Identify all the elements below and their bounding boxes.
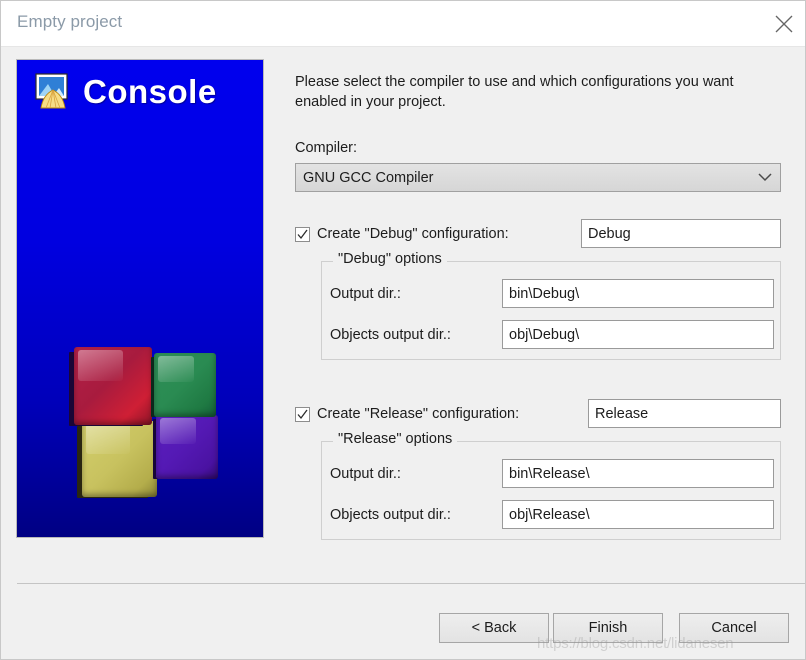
debug-objects-dir-row: Objects output dir.: [322,320,780,349]
release-configuration-name-input[interactable] [588,399,781,428]
release-output-dir-label: Output dir.: [330,465,401,482]
cube-purple [156,415,218,479]
chevron-down-icon [750,164,780,191]
debug-objects-dir-input[interactable] [502,320,774,349]
debug-output-dir-row: Output dir.: [322,279,780,308]
cube-yellow [82,421,157,497]
create-debug-configuration-checkbox[interactable] [295,226,310,242]
cube-red [74,347,152,425]
release-objects-dir-row: Objects output dir.: [322,500,780,529]
back-button[interactable]: < Back [439,613,549,643]
release-output-dir-input[interactable] [502,459,774,488]
close-icon [773,13,795,35]
compiler-select[interactable]: GNU GCC Compiler [295,163,781,192]
debug-configuration-name-input[interactable] [581,219,781,248]
cubes-graphic [72,347,218,497]
footer-bar: < Back Finish Cancel [1,603,805,659]
wizard-banner: Console [16,59,264,538]
intro-text: Please select the compiler to use and wh… [295,74,734,110]
release-config-row: Create "Release" configuration: [295,399,781,429]
create-release-configuration-checkbox[interactable] [295,406,310,422]
release-objects-dir-label: Objects output dir.: [330,506,451,523]
release-options-group: "Release" options Output dir.: Objects o… [321,431,781,540]
debug-objects-dir-label: Objects output dir.: [330,326,451,343]
wizard-content-pane: Please select the compiler to use and wh… [295,47,791,659]
dialog-body: Console Please select the compiler to us… [1,47,805,659]
debug-options-group: "Debug" options Output dir.: Objects out… [321,251,781,360]
cancel-button[interactable]: Cancel [679,613,789,643]
close-button[interactable] [761,1,805,46]
debug-options-legend: "Debug" options [333,251,447,267]
compiler-label: Compiler: [295,140,358,156]
create-release-configuration-label: Create "Release" configuration: [317,406,520,422]
finish-button[interactable]: Finish [553,613,663,643]
compiler-select-value: GNU GCC Compiler [303,169,434,186]
release-options-legend: "Release" options [333,431,458,447]
cube-green [154,353,216,417]
title-bar: Empty project [1,1,805,47]
empty-project-wizard-dialog: Empty project Console Please select the … [0,0,806,660]
footer-separator [17,583,805,584]
debug-config-row: Create "Debug" configuration: [295,219,781,249]
debug-output-dir-input[interactable] [502,279,774,308]
console-project-icon [33,72,73,110]
create-debug-configuration-label: Create "Debug" configuration: [317,226,509,242]
debug-output-dir-label: Output dir.: [330,285,401,302]
release-output-dir-row: Output dir.: [322,459,780,488]
banner-title: Console [83,72,217,110]
release-objects-dir-input[interactable] [502,500,774,529]
banner-header: Console [33,72,217,110]
window-title: Empty project [17,12,123,31]
